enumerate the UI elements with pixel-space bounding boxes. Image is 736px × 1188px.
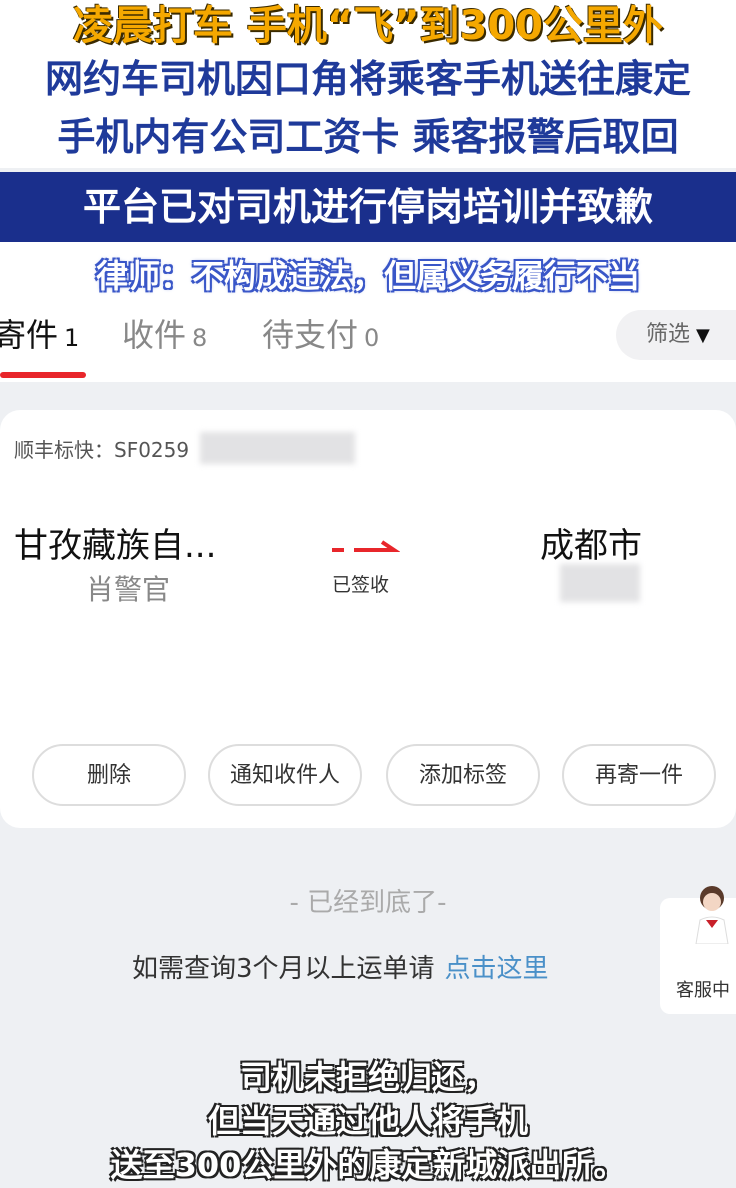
status-badge: 已签收 (332, 574, 390, 596)
sender-name: 肖警官 (86, 573, 171, 606)
shipment-card[interactable]: 顺丰标快：SF0259 甘孜藏族自... 肖警官 已签收 成都市 删除 通知收件… (0, 410, 736, 828)
tab-receive-count: 8 (192, 324, 208, 352)
headline-1: 凌晨打车 手机“飞”到300公里外 (0, 0, 736, 52)
subtitle-line-3: 送至300公里外的康定新城派出所。 (110, 1146, 626, 1184)
redacted-waybill (200, 432, 355, 464)
active-tab-indicator (0, 372, 86, 378)
headline-2: 网约车司机因口角将乘客手机送往康定 (0, 52, 736, 106)
tab-pending-payment[interactable]: 待支付 0 (262, 310, 379, 356)
redacted-recipient (560, 564, 640, 602)
history-query-link[interactable]: 点击这里 (445, 954, 549, 984)
notify-recipient-button[interactable]: 通知收件人 (208, 744, 362, 806)
customer-service-label: 客服中 (676, 980, 730, 1001)
triangle-down-icon: ▼ (696, 325, 710, 346)
history-query: 如需查询3个月以上运单请 点击这里 (132, 948, 549, 985)
tab-receive[interactable]: 收件 8 (122, 310, 207, 356)
tab-bar: 寄件 1 收件 8 待支付 0 筛选 ▼ (0, 300, 736, 380)
headline-3: 手机内有公司工资卡 乘客报警后取回 (0, 106, 736, 168)
agent-avatar-icon (695, 886, 729, 944)
subtitle-line-2: 但当天通过他人将手机 (207, 1102, 528, 1140)
headline-4: 平台已对司机进行停岗培训并致歉 (0, 172, 736, 242)
delete-button[interactable]: 删除 (32, 744, 186, 806)
subtitle-line-1: 司机未拒绝归还， (239, 1058, 496, 1096)
tab-send[interactable]: 寄件 1 (0, 310, 79, 356)
waybill-number: 顺丰标快：SF0259 (14, 438, 190, 462)
send-again-button[interactable]: 再寄一件 (562, 744, 716, 806)
add-tag-button[interactable]: 添加标签 (386, 744, 540, 806)
tab-send-label: 寄件 (0, 316, 59, 354)
end-of-list-note: - 已经到底了- (289, 888, 447, 918)
tab-pending-count: 0 (364, 324, 380, 352)
customer-service-button[interactable]: 客服中 (660, 886, 736, 1014)
filter-button[interactable]: 筛选 ▼ (616, 310, 736, 360)
headline-5: 律师：不构成违法，但属义务履行不当 (95, 257, 640, 295)
history-query-text: 如需查询3个月以上运单请 (132, 954, 435, 984)
tab-pending-label: 待支付 (262, 316, 359, 354)
tab-receive-label: 收件 (122, 316, 187, 354)
direction-arrow-icon (332, 540, 400, 552)
tab-send-count: 1 (64, 324, 80, 352)
destination-city: 成都市 (540, 526, 642, 566)
origin-city: 甘孜藏族自... (14, 526, 217, 566)
filter-label: 筛选 (646, 322, 691, 347)
